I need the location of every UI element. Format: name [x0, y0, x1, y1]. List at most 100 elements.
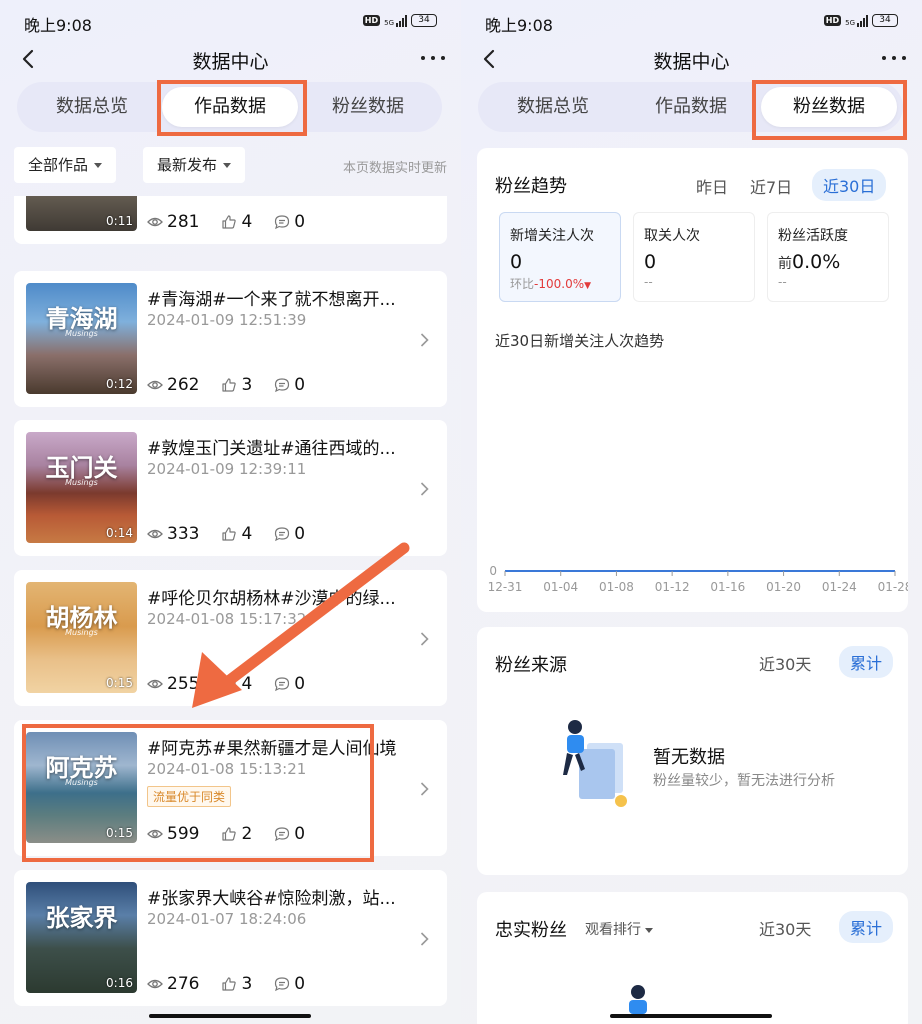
work-card[interactable]: 张家界 0:16 #张家界大峡谷#惊险刺激，站... 2024-01-07 18… — [14, 870, 447, 1006]
fans-data-screen: 晚上9:08 HD 5G 34 数据中心 数据总览 作品数据 粉丝数据 粉丝趋势… — [461, 0, 922, 1024]
nav-bar: 数据中心 — [0, 40, 461, 80]
tab-fans-data[interactable]: 粉丝数据 — [761, 87, 897, 127]
metric-value: 0 — [644, 251, 657, 273]
tab-fans-data[interactable]: 粉丝数据 — [300, 87, 436, 127]
thumbnail-script: Musings — [65, 478, 98, 487]
work-thumbnail: 阿克苏 Musings 0:15 — [26, 732, 137, 843]
caret-down-icon — [645, 927, 653, 933]
hd-icon: HD — [823, 15, 842, 26]
metric-unfollows[interactable]: 取关人次 0 -- — [633, 212, 755, 302]
range-30-days-label[interactable]: 近30天 — [759, 916, 811, 940]
metric-sub: -- — [644, 275, 653, 289]
comments-stat: 0 — [274, 974, 305, 994]
y-tick-label: 0 — [489, 564, 497, 578]
work-title: #敦煌玉门关遗址#通往西域的... — [147, 439, 396, 459]
duration-label: 0:15 — [106, 826, 133, 840]
metric-label: 新增关注人次 — [510, 228, 594, 244]
tab-overview[interactable]: 数据总览 — [24, 87, 160, 127]
cumulative-button[interactable]: 累计 — [839, 646, 894, 678]
more-icon[interactable] — [421, 56, 445, 60]
comment-icon — [275, 827, 290, 842]
eye-icon — [147, 529, 163, 539]
comments-stat: 0 — [274, 824, 305, 844]
work-card[interactable]: 青海湖 Musings 0:12 #青海湖#一个来了就不想离开... 2024-… — [14, 271, 447, 407]
work-thumbnail: 0:11 — [26, 196, 137, 231]
tab-works-data[interactable]: 作品数据 — [623, 87, 759, 127]
empty-state-title: 暂无数据 — [653, 747, 725, 768]
works-data-screen: 晚上9:08 HD 5G 34 数据中心 数据总览 作品数据 粉丝数据 全部作品… — [0, 0, 461, 1024]
work-date: 2024-01-07 18:24:06 — [147, 910, 307, 928]
duration-label: 0:11 — [106, 214, 133, 228]
metric-value: 0 — [510, 251, 523, 273]
metric-fan-activity[interactable]: 粉丝活跃度 前0.0% -- — [767, 212, 889, 302]
annotation-arrow-icon — [192, 542, 410, 708]
all-works-dropdown[interactable]: 全部作品 — [14, 147, 117, 183]
views-stat: 281 — [147, 212, 199, 232]
duration-label: 0:15 — [106, 676, 133, 690]
metric-value-number: 0.0% — [792, 251, 841, 273]
work-card[interactable]: 阿克苏 Musings 0:15 #阿克苏#果然新疆才是人间仙境 2024-01… — [14, 720, 447, 856]
filter-bar: 全部作品 最新发布 本页数据实时更新 — [14, 147, 447, 183]
views-count: 281 — [167, 212, 200, 232]
chevron-right-icon — [420, 782, 429, 796]
x-tick-label: 01-04 — [543, 580, 578, 594]
caret-down-icon — [223, 163, 232, 168]
views-count: 276 — [167, 974, 200, 994]
tab-overview[interactable]: 数据总览 — [485, 87, 621, 127]
work-date: 2024-01-09 12:39:11 — [147, 460, 307, 478]
arrow-down-icon: ▼ — [584, 281, 592, 291]
home-indicator — [610, 1014, 772, 1018]
work-stats: 281 4 0 — [147, 212, 327, 232]
views-count: 599 — [167, 824, 200, 844]
eye-icon — [147, 679, 163, 689]
work-title: #阿克苏#果然新疆才是人间仙境 — [147, 739, 397, 759]
loyal-fans-card: 忠实粉丝 观看排行 近30天 累计 — [477, 892, 908, 1024]
work-thumbnail: 玉门关 Musings 0:14 — [26, 432, 137, 543]
sort-label: 观看排行 — [585, 922, 641, 938]
thumbnail-script: Musings — [65, 778, 98, 787]
likes-stat: 2 — [221, 824, 252, 844]
hd-icon: HD — [362, 15, 381, 26]
comments-stat: 0 — [274, 375, 305, 395]
tab-works-data[interactable]: 作品数据 — [162, 87, 298, 127]
range-7-days[interactable]: 近7日 — [750, 174, 792, 198]
likes-stat: 3 — [221, 974, 252, 994]
duration-label: 0:16 — [106, 976, 133, 990]
status-time: 晚上9:08 — [24, 16, 92, 35]
status-icons: HD 5G 34 — [823, 14, 898, 27]
more-icon[interactable] — [882, 56, 906, 60]
eye-icon — [147, 979, 163, 989]
likes-count: 3 — [241, 375, 253, 395]
metric-comparison: 环比-100.0%▼ — [510, 275, 591, 292]
eye-icon — [147, 829, 163, 839]
battery-icon: 34 — [411, 14, 437, 27]
tab-bar: 数据总览 作品数据 粉丝数据 — [17, 82, 442, 132]
chevron-right-icon — [420, 333, 429, 347]
work-card[interactable]: 0:11 281 4 0 — [14, 196, 447, 244]
work-card[interactable]: 玉门关 Musings 0:14 #敦煌玉门关遗址#通往西域的... 2024-… — [14, 420, 447, 556]
comments-count: 0 — [294, 375, 306, 395]
comments-count: 0 — [294, 212, 306, 232]
sort-dropdown[interactable]: 观看排行 — [585, 919, 653, 939]
range-yesterday[interactable]: 昨日 — [696, 174, 728, 198]
likes-count: 3 — [241, 974, 253, 994]
thumbs-up-icon — [222, 215, 237, 229]
comparison-value: -100.0% — [534, 277, 585, 291]
x-tick-label: 01-28 — [878, 580, 908, 594]
comparison-label: 环比 — [510, 277, 535, 291]
latest-dropdown[interactable]: 最新发布 — [143, 147, 246, 183]
caret-down-icon — [94, 163, 103, 168]
duration-label: 0:12 — [106, 377, 133, 391]
metric-new-follows[interactable]: 新增关注人次 0 环比-100.0%▼ — [499, 212, 621, 302]
all-works-label: 全部作品 — [28, 156, 89, 174]
likes-stat: 4 — [221, 212, 252, 232]
empty-state-description: 粉丝量较少，暂无法进行分析 — [653, 773, 835, 789]
page-title: 数据中心 — [192, 51, 269, 73]
comment-icon — [275, 215, 290, 230]
status-bar: 晚上9:08 HD 5G 34 — [461, 0, 922, 40]
fan-source-title: 粉丝来源 — [495, 655, 567, 676]
cumulative-button[interactable]: 累计 — [839, 911, 894, 943]
range-30-days[interactable]: 近30日 — [812, 169, 887, 201]
range-30-days-label[interactable]: 近30天 — [759, 651, 811, 675]
signal-icon: 5G — [384, 14, 407, 27]
